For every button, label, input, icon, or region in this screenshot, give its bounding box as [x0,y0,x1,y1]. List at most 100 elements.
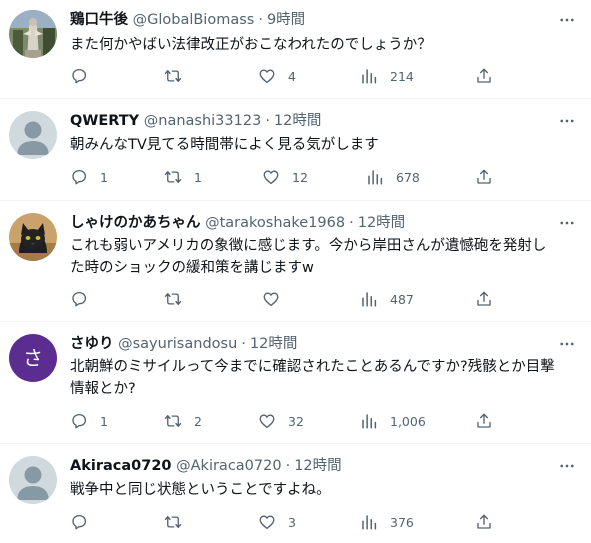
separator-dot: · [258,12,263,28]
share-icon [475,513,493,531]
tweet-header: 鶏口牛後 @GlobalBiomass · 9時間 [70,10,305,30]
more-icon[interactable] [557,12,577,28]
default-avatar-icon [9,456,57,504]
share-icon [475,412,493,430]
views-icon [366,168,384,186]
tweet-header: Akiraca0720 @Akiraca0720 · 12時間 [70,456,342,476]
views-count: 487 [390,291,414,307]
views-count: 678 [396,169,420,185]
tweet-text: 朝みんなTV見てる時間帯によく見る気がします [70,134,580,156]
views-button[interactable]: 678 [366,167,420,187]
views-button[interactable]: 376 [360,512,414,532]
reply-icon [70,67,88,85]
more-icon[interactable] [557,336,577,352]
like-icon [258,412,276,430]
like-button[interactable] [262,289,292,309]
tweet-text-line: 朝みんなTV見てる時間帯によく見る気がします [70,137,379,153]
user-handle[interactable]: @tarakoshake1968 [205,215,345,231]
avatar[interactable] [9,111,57,159]
retweet-button[interactable] [164,289,194,309]
display-name[interactable]: さゆり [70,336,114,352]
retweet-button[interactable]: 1 [164,167,202,187]
retweet-count: 2 [194,413,202,429]
tweet-separator [0,200,591,201]
tweet-separator [0,98,591,99]
display-name[interactable]: Akiraca0720 [70,458,172,474]
retweet-icon [164,290,182,308]
avatar[interactable] [9,10,57,58]
retweet-button[interactable] [164,512,194,532]
user-handle[interactable]: @nanashi33123 [144,113,262,129]
display-name[interactable]: 鶏口牛後 [70,12,128,28]
share-button[interactable] [475,289,493,309]
display-name[interactable]: しゃけのかあちゃん [70,215,201,231]
separator-dot: · [285,458,291,474]
tweet-text-line: 情報とか? [70,381,136,397]
avatar[interactable] [9,456,57,504]
timestamp[interactable]: 12時間 [294,458,341,474]
avatar-letter: さ [23,346,43,370]
timestamp[interactable]: 12時間 [358,215,405,231]
more-icon[interactable] [557,215,577,231]
retweet-icon [164,513,182,531]
like-count: 12 [292,169,308,185]
retweet-button[interactable]: 2 [164,411,202,431]
tweet-text: また何かやばい法律改正がおこなわれたのでしょうか？ [70,34,580,56]
like-count: 32 [288,413,304,429]
like-button[interactable]: 12 [262,167,308,187]
reply-button[interactable]: 1 [70,411,108,431]
more-icon[interactable] [557,458,577,474]
timestamp[interactable]: 12時間 [274,113,321,129]
like-icon [258,513,276,531]
avatar-photo-cat [9,213,57,261]
reply-icon [70,168,88,186]
share-button[interactable] [475,167,493,187]
retweet-icon [164,412,182,430]
display-name[interactable]: QWERTY [70,113,139,129]
user-handle[interactable]: @GlobalBiomass [133,12,255,28]
share-button[interactable] [475,411,493,431]
like-button[interactable]: 32 [258,411,304,431]
timestamp[interactable]: 9時間 [267,12,305,28]
like-icon [262,168,280,186]
more-icon[interactable] [557,113,577,129]
separator-dot: · [265,113,270,129]
user-handle[interactable]: @Akiraca0720 [176,458,281,474]
views-count: 214 [390,68,414,84]
tweet-header: さゆり @sayurisandosu · 12時間 [70,334,297,354]
tweet-text: 北朝鮮のミサイルって今までに確認されたことあるんですか?残骸とか目撃 情報とか? [70,356,580,400]
views-button[interactable]: 1,006 [360,411,426,431]
reply-button[interactable] [70,289,100,309]
reply-icon [70,412,88,430]
reply-button[interactable] [70,512,100,532]
reply-count: 1 [100,413,108,429]
user-handle[interactable]: @sayurisandosu [118,336,237,352]
share-button[interactable] [475,512,493,532]
tweet-text-line: た時のショックの緩和策を講じますw [70,260,314,276]
like-icon [262,290,280,308]
retweet-icon [164,67,182,85]
separator-dot: · [241,336,246,352]
reply-count: 1 [100,169,108,185]
views-button[interactable]: 487 [360,289,414,309]
tweet-actions: 487 [70,289,500,309]
timestamp[interactable]: 12時間 [250,336,297,352]
avatar[interactable]: さ [9,334,57,382]
tweet-text-line: これも弱いアメリカの象徴に感じます。今から岸田さんが遺憾砲を発射し [70,238,547,254]
tweet-actions: 3 376 [70,512,500,532]
share-button[interactable] [475,66,493,86]
views-icon [360,290,378,308]
views-button[interactable]: 214 [360,66,414,86]
tweet-separator [0,443,591,444]
like-icon [258,67,276,85]
avatar-photo-statue [9,10,57,58]
reply-button[interactable] [70,66,100,86]
like-button[interactable]: 4 [258,66,296,86]
default-avatar-icon [9,111,57,159]
like-count: 4 [288,68,296,84]
avatar[interactable] [9,213,57,261]
like-button[interactable]: 3 [258,512,296,532]
separator-dot: · [349,215,354,231]
retweet-button[interactable] [164,66,194,86]
reply-button[interactable]: 1 [70,167,108,187]
